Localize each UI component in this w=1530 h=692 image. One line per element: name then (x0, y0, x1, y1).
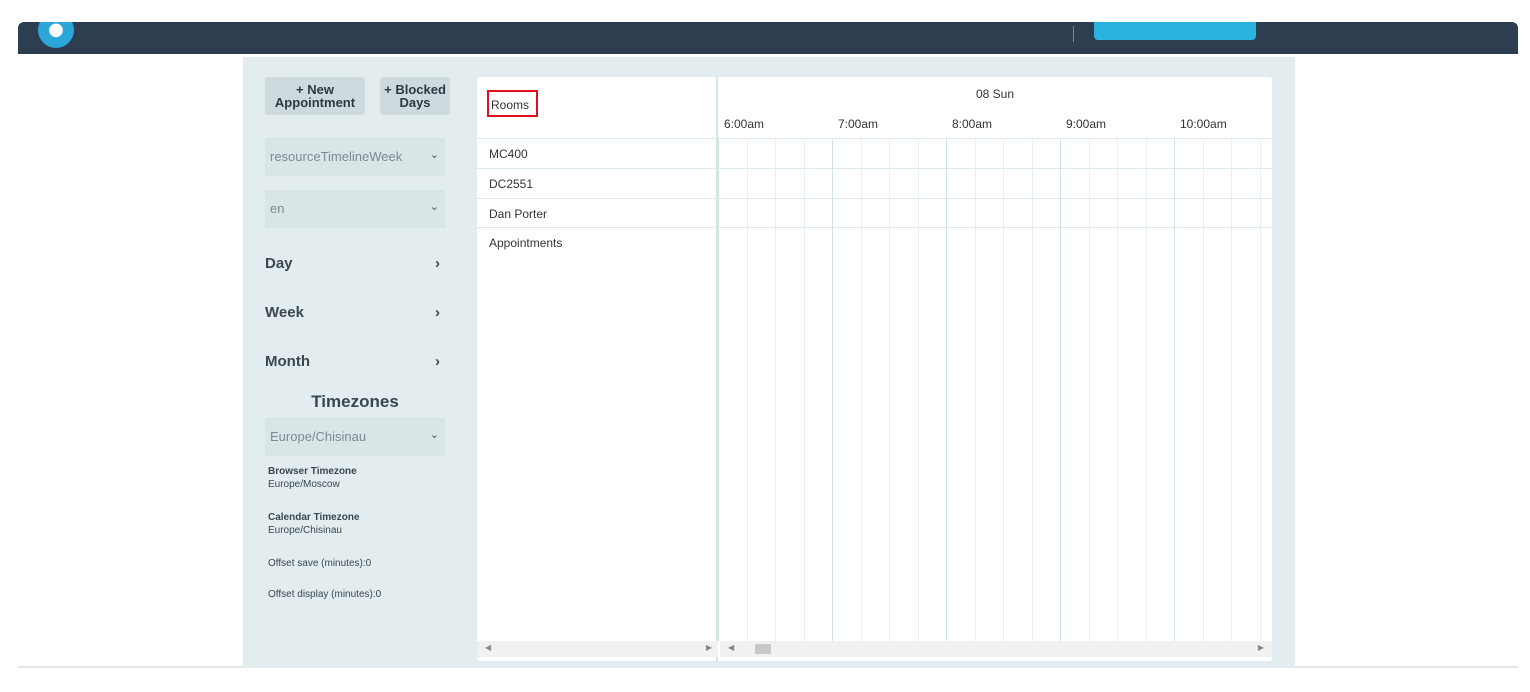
resource-row-mc400[interactable]: MC400 (477, 138, 718, 168)
nav-week-label: Week (265, 304, 304, 321)
grid-slot-line (718, 139, 719, 641)
grid-slot-line (1174, 139, 1175, 641)
grid-slot-line (1202, 139, 1204, 641)
calendar-timezone-label: Calendar Timezone (268, 512, 360, 523)
grid-slot-line (1060, 139, 1061, 641)
chevron-down-icon: ⌄ (429, 201, 439, 213)
nav-month[interactable]: Month › (265, 353, 445, 377)
browser-frame: ● + New Appointment + Blocked Days resou… (18, 22, 1518, 668)
calendar-panel: Rooms MC400 DC2551 Dan Porter Appointmen… (477, 77, 1272, 661)
nav-week[interactable]: Week › (265, 304, 445, 328)
grid-slot-line (1003, 139, 1004, 641)
scroll-left-icon[interactable]: ◀ (485, 643, 491, 652)
offset-display-text: Offset display (minutes):0 (268, 589, 382, 600)
timeline-grid[interactable]: 08 Sun 6:00am 7:00am 8:00am 9:00am 10:00… (718, 77, 1272, 661)
grid-slot-line (832, 139, 833, 641)
grid-row-line (718, 168, 1272, 169)
grid-slot-line (1031, 139, 1033, 641)
hour-label: 8:00am (952, 117, 993, 131)
hour-label: 9:00am (1066, 117, 1107, 131)
browser-timezone-label: Browser Timezone (268, 466, 357, 477)
navbar-cta-button[interactable] (1094, 22, 1256, 40)
grid-slot-line (974, 139, 976, 641)
grid-slot-line (917, 139, 919, 641)
browser-timezone-info: Browser Timezone Europe/Moscow (268, 465, 357, 491)
sidebar: + New Appointment + Blocked Days resourc… (243, 57, 463, 668)
resource-row-appointments[interactable]: Appointments (477, 227, 718, 257)
logo-icon[interactable]: ● (38, 22, 74, 48)
chevron-right-icon: › (435, 255, 440, 272)
scroll-right-icon[interactable]: ▶ (706, 643, 712, 652)
new-appointment-button[interactable]: + New Appointment (265, 77, 365, 115)
scroll-left-icon[interactable]: ◀ (728, 643, 734, 652)
nav-day-label: Day (265, 255, 293, 272)
grid-row-line (718, 227, 1272, 228)
chevron-down-icon: ⌄ (429, 429, 439, 441)
grid-slot-line (1231, 139, 1232, 641)
grid-slot-line (1088, 139, 1090, 641)
resource-row-dc2551[interactable]: DC2551 (477, 168, 718, 198)
grid-slot-line (1145, 139, 1147, 641)
hour-label: 7:00am (838, 117, 879, 131)
top-navbar: ● (18, 22, 1518, 54)
timezones-title: Timezones (311, 392, 399, 411)
grid-slot-line (889, 139, 890, 641)
language-select[interactable]: en ⌄ (265, 190, 445, 228)
calendar-app: + New Appointment + Blocked Days resourc… (243, 57, 1295, 668)
view-select-value: resourceTimelineWeek (270, 149, 403, 164)
grid-slot-line (1259, 139, 1261, 641)
nav-day[interactable]: Day › (265, 255, 445, 279)
chevron-right-icon: › (435, 353, 440, 370)
language-select-value: en (270, 201, 285, 216)
navbar-divider (1073, 26, 1074, 42)
grid-row-line (718, 138, 1272, 139)
blocked-days-button[interactable]: + Blocked Days (380, 77, 450, 115)
grid-row-line (718, 198, 1272, 199)
calendar-timezone-value: Europe/Chisinau (268, 525, 342, 536)
timezone-select-value: Europe/Chisinau (270, 429, 367, 444)
view-select[interactable]: resourceTimelineWeek ⌄ (265, 138, 445, 176)
timezone-select[interactable]: Europe/Chisinau ⌄ (265, 418, 445, 456)
grid-slot-line (746, 139, 748, 641)
chevron-right-icon: › (435, 304, 440, 321)
grid-slot-line (1117, 139, 1118, 641)
grid-slot-line (860, 139, 862, 641)
grid-slot-line (946, 139, 947, 641)
timeline-scrollbar[interactable]: ◀ ▶ (720, 641, 1272, 657)
resource-row-dan-porter[interactable]: Dan Porter (477, 198, 718, 228)
nav-month-label: Month (265, 353, 310, 370)
chevron-down-icon: ⌄ (429, 149, 439, 161)
date-header: 08 Sun (975, 87, 1015, 101)
offset-save-text: Offset save (minutes):0 (268, 558, 372, 569)
scroll-right-icon[interactable]: ▶ (1258, 643, 1264, 652)
grid-slot-line (775, 139, 776, 641)
resource-scrollbar[interactable]: ◀ ▶ (477, 641, 718, 657)
calendar-timezone-info: Calendar Timezone Europe/Chisinau (268, 511, 360, 537)
hour-label: 6:00am (724, 117, 765, 131)
grid-slot-line (803, 139, 805, 641)
hour-label: 10:00am (1180, 117, 1227, 131)
scrollbar-thumb[interactable] (755, 644, 771, 654)
resources-header[interactable]: Rooms (487, 90, 538, 117)
browser-timezone-value: Europe/Moscow (268, 479, 340, 490)
resource-column: Rooms MC400 DC2551 Dan Porter Appointmen… (477, 77, 718, 661)
